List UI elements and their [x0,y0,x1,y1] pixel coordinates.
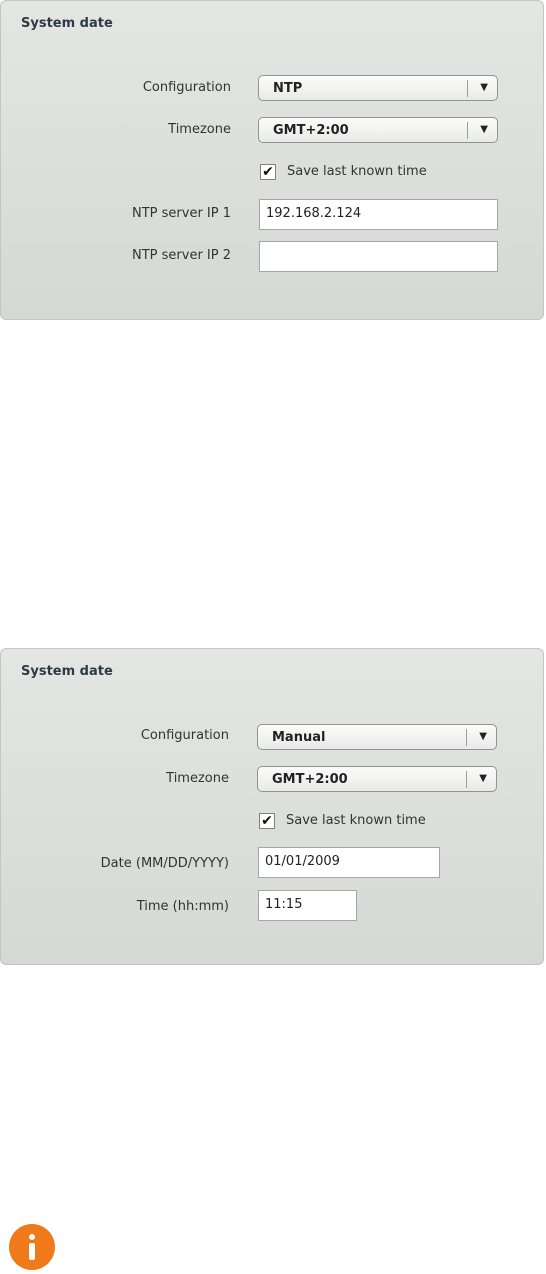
configuration-select[interactable]: NTP ▼ [258,75,498,101]
system-date-panel-manual: System date Configuration Manual ▼ Timez… [0,648,544,965]
configuration-label: Configuration [142,80,231,95]
save-last-known-time-checkbox[interactable]: ✔ [259,813,275,829]
select-divider [467,122,468,139]
date-label: Date (MM/DD/YYYY) [100,856,229,871]
ntp-server-ip-1-input[interactable]: 192.168.2.124 [259,199,498,230]
panel-title: System date [21,664,113,679]
panel-title: System date [21,16,113,31]
date-input[interactable]: 01/01/2009 [258,847,440,878]
chevron-down-icon[interactable]: ▼ [479,731,487,742]
select-divider [467,80,468,97]
configuration-select[interactable]: Manual ▼ [257,724,497,750]
system-date-panel-ntp: System date Configuration NTP ▼ Timezone… [0,0,544,320]
timezone-select[interactable]: GMT+2:00 ▼ [258,117,498,143]
info-icon-dot [29,1234,35,1240]
info-icon-bar [29,1243,35,1260]
save-last-known-time-label: Save last known time [287,164,427,179]
timezone-select[interactable]: GMT+2:00 ▼ [257,766,497,792]
configuration-value: Manual [272,730,326,745]
ntp-server-ip-1-label: NTP server IP 1 [132,206,231,221]
timezone-label: Timezone [168,122,231,137]
save-last-known-time-checkbox[interactable]: ✔ [260,164,276,180]
select-divider [466,771,467,788]
chevron-down-icon[interactable]: ▼ [480,124,488,135]
timezone-value: GMT+2:00 [273,123,349,138]
ntp-server-ip-2-input[interactable] [259,241,498,272]
configuration-label: Configuration [140,728,229,743]
save-last-known-time-label: Save last known time [286,813,426,828]
timezone-value: GMT+2:00 [272,772,348,787]
timezone-label: Timezone [166,771,229,786]
time-label: Time (hh:mm) [136,899,229,914]
chevron-down-icon[interactable]: ▼ [479,773,487,784]
configuration-value: NTP [273,81,303,96]
chevron-down-icon[interactable]: ▼ [480,82,488,93]
info-icon [9,1224,55,1270]
ntp-server-ip-2-label: NTP server IP 2 [132,248,231,263]
time-input[interactable]: 11:15 [258,890,357,921]
select-divider [466,729,467,746]
